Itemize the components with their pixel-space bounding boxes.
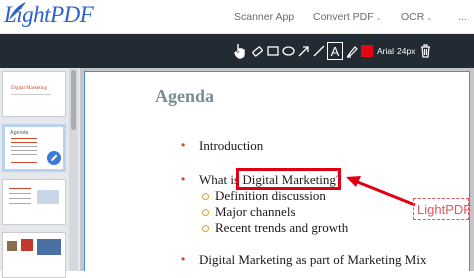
page-thumbnail-1[interactable]: Digital Marketing xyxy=(2,71,66,117)
text-annotation[interactable]: LightPDF xyxy=(413,198,472,220)
top-navigation: LightPDF Scanner App Convert PDF ⌄ OCR ⌄ .… xyxy=(0,0,474,34)
sub-bullet-ring xyxy=(202,209,209,216)
text-icon: A xyxy=(330,43,340,59)
feather-icon xyxy=(9,2,26,20)
nav-convert-pdf[interactable]: Convert PDF ⌄ xyxy=(313,11,382,23)
annotation-text: LightPDF xyxy=(417,202,472,217)
page-thumbnail-3[interactable] xyxy=(2,179,66,225)
highlighter-icon[interactable] xyxy=(345,42,358,60)
annotation-toolbar: A Arial 24px xyxy=(0,34,474,68)
thumbnail-image xyxy=(7,241,17,251)
line-icon[interactable] xyxy=(312,42,325,60)
font-size-label: 24px xyxy=(397,46,416,56)
page-thumbnail-sidebar: Digital Marketing Agenda xyxy=(0,68,80,278)
nav-more-icon: ... xyxy=(458,11,467,23)
document-page: Agenda • Introduction • What is Digital … xyxy=(84,71,472,271)
edit-page-button[interactable] xyxy=(47,151,61,165)
document-viewer: Agenda • Introduction • What is Digital … xyxy=(80,68,474,271)
page-title: Agenda xyxy=(155,86,215,106)
color-swatch[interactable] xyxy=(361,45,373,57)
trash-icon[interactable] xyxy=(418,42,432,60)
font-size-select[interactable]: 24px xyxy=(397,44,415,58)
rectangle-icon[interactable] xyxy=(266,42,279,60)
nav-label: OCR xyxy=(401,11,425,23)
nav-label: Scanner App xyxy=(234,11,295,23)
thumbnail-lines xyxy=(11,138,37,139)
sub-bullet-ring xyxy=(202,193,209,200)
page-thumbnail-4[interactable] xyxy=(2,232,66,278)
eraser-icon[interactable] xyxy=(250,42,264,60)
thumbnail-image xyxy=(37,190,59,204)
chevron-down-icon: ⌄ xyxy=(375,15,382,22)
nav-ocr[interactable]: OCR ⌄ xyxy=(401,11,432,23)
font-name-select[interactable]: Arial xyxy=(377,44,394,58)
bullet-item: Digital Marketing as part of Marketing M… xyxy=(199,252,427,267)
nav-more[interactable]: ... xyxy=(458,11,467,23)
arrow-annotation[interactable] xyxy=(343,172,417,208)
sidebar-scroll-thumb[interactable] xyxy=(71,70,76,130)
thumbnail-title: Agenda xyxy=(10,130,29,136)
rectangle-annotation[interactable] xyxy=(236,168,341,190)
font-name-label: Arial xyxy=(377,46,395,56)
thumbnail-image xyxy=(37,239,61,255)
thumbnail-image xyxy=(21,239,33,251)
pencil-icon xyxy=(51,154,58,161)
sub-bullet-item: Definition discussion xyxy=(215,188,326,203)
nav-label: Convert PDF xyxy=(313,11,374,23)
bullet-item: Introduction xyxy=(199,138,264,153)
lightpdf-logo[interactable]: LightPDF xyxy=(4,2,94,28)
thumbnail-title: Digital Marketing xyxy=(11,86,47,91)
sub-bullet-item: Recent trends and growth xyxy=(215,220,349,235)
sub-bullet-ring xyxy=(202,225,209,232)
ellipse-icon[interactable] xyxy=(281,42,295,60)
bullet-dot: • xyxy=(181,138,186,152)
text-tool-button[interactable]: A xyxy=(327,42,343,60)
sub-bullet-item: Major channels xyxy=(215,204,296,219)
bullet-dot: • xyxy=(181,172,186,186)
thumbnail-line xyxy=(11,94,51,95)
chevron-down-icon: ⌄ xyxy=(426,15,433,22)
bullet-dot: • xyxy=(181,252,186,266)
thumbnail-lines xyxy=(9,188,31,189)
hand-pointer-icon[interactable] xyxy=(233,42,247,60)
arrow-icon[interactable] xyxy=(297,42,310,60)
page-thumbnail-2[interactable]: Agenda xyxy=(2,124,66,172)
nav-scanner-app[interactable]: Scanner App xyxy=(234,11,294,23)
